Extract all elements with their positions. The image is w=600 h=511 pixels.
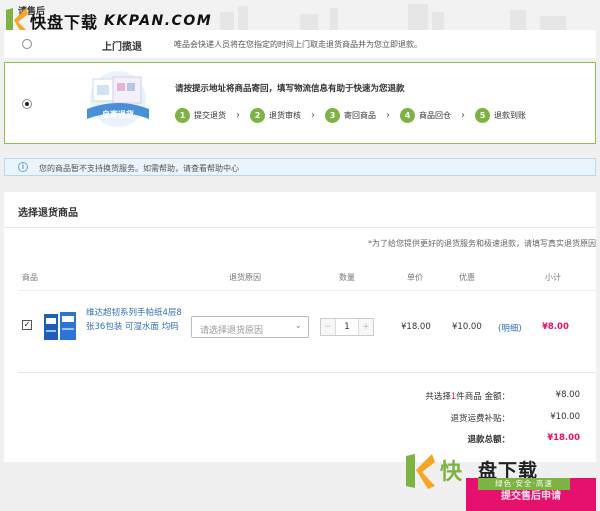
divider xyxy=(18,290,596,291)
radio-pickup[interactable] xyxy=(22,39,32,49)
step-number: 3 xyxy=(325,108,340,123)
chevron-right-icon: › xyxy=(386,110,390,121)
divider xyxy=(4,227,596,228)
unit-price: ¥18.00 xyxy=(401,322,431,332)
step-label: 寄回商品 xyxy=(344,111,376,120)
top-banner: 请售后 快盘下载 KKPAN.COM xyxy=(0,0,600,34)
step-label: 提交退货 xyxy=(194,111,226,120)
column-header: 单价 xyxy=(407,273,423,282)
item-checkbox[interactable]: ✓ xyxy=(22,320,32,330)
divider xyxy=(18,372,596,373)
step-number: 5 xyxy=(475,108,490,123)
step-1: 1 提交退货 › xyxy=(175,108,250,123)
self-ship-illustration-icon: 自寄退货 xyxy=(87,71,149,127)
chevron-right-icon: › xyxy=(311,110,315,121)
watermark-brand-en: KKPAN.COM xyxy=(104,13,213,29)
discount: ¥10.00 xyxy=(452,322,482,332)
option-pickup-description: 唯品会快递人员将在您指定的时间上门取走退货商品并为您立即退款。 xyxy=(174,40,422,49)
step-label: 商品回仓 xyxy=(419,111,451,120)
step-label: 退款到账 xyxy=(494,111,526,120)
return-reason-placeholder: 请选择退货原因 xyxy=(200,326,264,336)
watermark-slogan: 绿色·安全·高速 xyxy=(478,478,570,490)
summary-shipping: 退货运费补贴： ¥10.00 xyxy=(4,412,596,424)
summary-total: 退款总额： ¥18.00 xyxy=(4,433,596,445)
summary-amount: ¥8.00 xyxy=(555,390,580,400)
return-items-panel: 选择退货商品 *为了给您提供更好的退货服务和极速退款，请填写真实退货原因 商品 … xyxy=(4,192,596,462)
summary-shipping-label: 退货运费补贴： xyxy=(450,414,510,424)
product-name-link[interactable]: 维达超韧系列手帕纸4层8张36包装 可湿水面 均码 xyxy=(86,306,186,334)
watermark-bottom-char: 快 xyxy=(440,460,463,485)
step-number: 2 xyxy=(250,108,265,123)
step-3: 3 寄回商品 › xyxy=(325,108,400,123)
summary-shipping-value: ¥10.00 xyxy=(550,412,580,422)
column-header: 优惠 xyxy=(459,273,475,282)
k-logo-icon xyxy=(406,454,435,489)
summary-selected: 共选择1件商品 金额： ¥8.00 xyxy=(4,390,596,402)
option-pickup-name: 上门揽退 xyxy=(102,42,142,53)
chevron-down-icon: ⌄ xyxy=(294,321,302,331)
radio-self-ship[interactable] xyxy=(22,99,32,109)
watermark-bottom: 快 盘下载 绿色·安全·高速 xyxy=(404,452,600,492)
quantity-decrease-button[interactable]: − xyxy=(321,319,335,335)
column-header: 商品 xyxy=(22,273,38,282)
product-thumbnail[interactable] xyxy=(40,306,80,346)
summary-total-value: ¥18.00 xyxy=(547,433,580,443)
step-label: 退货审核 xyxy=(269,111,301,120)
quantity-stepper[interactable]: − 1 + xyxy=(320,318,374,336)
table-header: 商品 退货原因 数量 单价 优惠 小计 xyxy=(18,272,596,286)
summary-selected-label: 共选择1件商品 金额： xyxy=(425,390,510,402)
quantity-increase-button[interactable]: + xyxy=(359,319,373,335)
column-header: 小计 xyxy=(545,273,561,282)
step-2: 2 退货审核 › xyxy=(250,108,325,123)
item-subtotal: ¥8.00 xyxy=(542,322,569,332)
panel-note: *为了给您提供更好的退货服务和极速退款，请填写真实退货原因 xyxy=(368,239,596,248)
info-icon: i xyxy=(18,162,28,172)
step-number: 4 xyxy=(400,108,415,123)
summary-total-label: 退款总额： xyxy=(467,435,510,445)
step-number: 1 xyxy=(175,108,190,123)
panel-title: 选择退货商品 xyxy=(18,208,78,219)
quantity-value[interactable]: 1 xyxy=(335,319,359,335)
table-row: ✓ 维达超韧系列手帕纸4层8张36包装 可湿水面 均码 请选择退货原因 ⌄ − … xyxy=(18,298,596,354)
step-5: 5 退款到账 xyxy=(475,108,526,123)
return-option-pickup[interactable]: 上门揽退 唯品会快递人员将在您指定的时间上门取走退货商品并为您立即退款。 xyxy=(4,30,596,58)
return-option-self-ship[interactable]: 自寄退货 请按提示地址将商品寄回，填写物流信息有助于快速为您退款 1 提交退货 … xyxy=(4,62,596,144)
info-text: 您的商品暂不支持换货服务。如需帮助，请查看帮助中心 xyxy=(39,164,239,173)
return-steps: 1 提交退货 › 2 退货审核 › 3 寄回商品 › 4 商品回仓 › 5 退款… xyxy=(175,108,526,123)
step-4: 4 商品回仓 › xyxy=(400,108,475,123)
info-bar: i 您的商品暂不支持换货服务。如需帮助，请查看帮助中心 xyxy=(4,158,596,176)
discount-detail-link[interactable]: (明细) xyxy=(498,322,522,334)
summary-selected-suffix: 件商品 金额： xyxy=(456,392,510,402)
return-reason-select[interactable]: 请选择退货原因 ⌄ xyxy=(191,316,309,338)
self-ship-badge-text: 自寄退货 xyxy=(102,109,134,119)
chevron-right-icon: › xyxy=(461,110,465,121)
summary-selected-prefix: 共选择 xyxy=(425,392,451,402)
self-ship-headline: 请按提示地址将商品寄回，填写物流信息有助于快速为您退款 xyxy=(175,84,405,94)
chevron-right-icon: › xyxy=(236,110,240,121)
column-header: 数量 xyxy=(339,273,355,282)
column-header: 退货原因 xyxy=(229,273,261,282)
